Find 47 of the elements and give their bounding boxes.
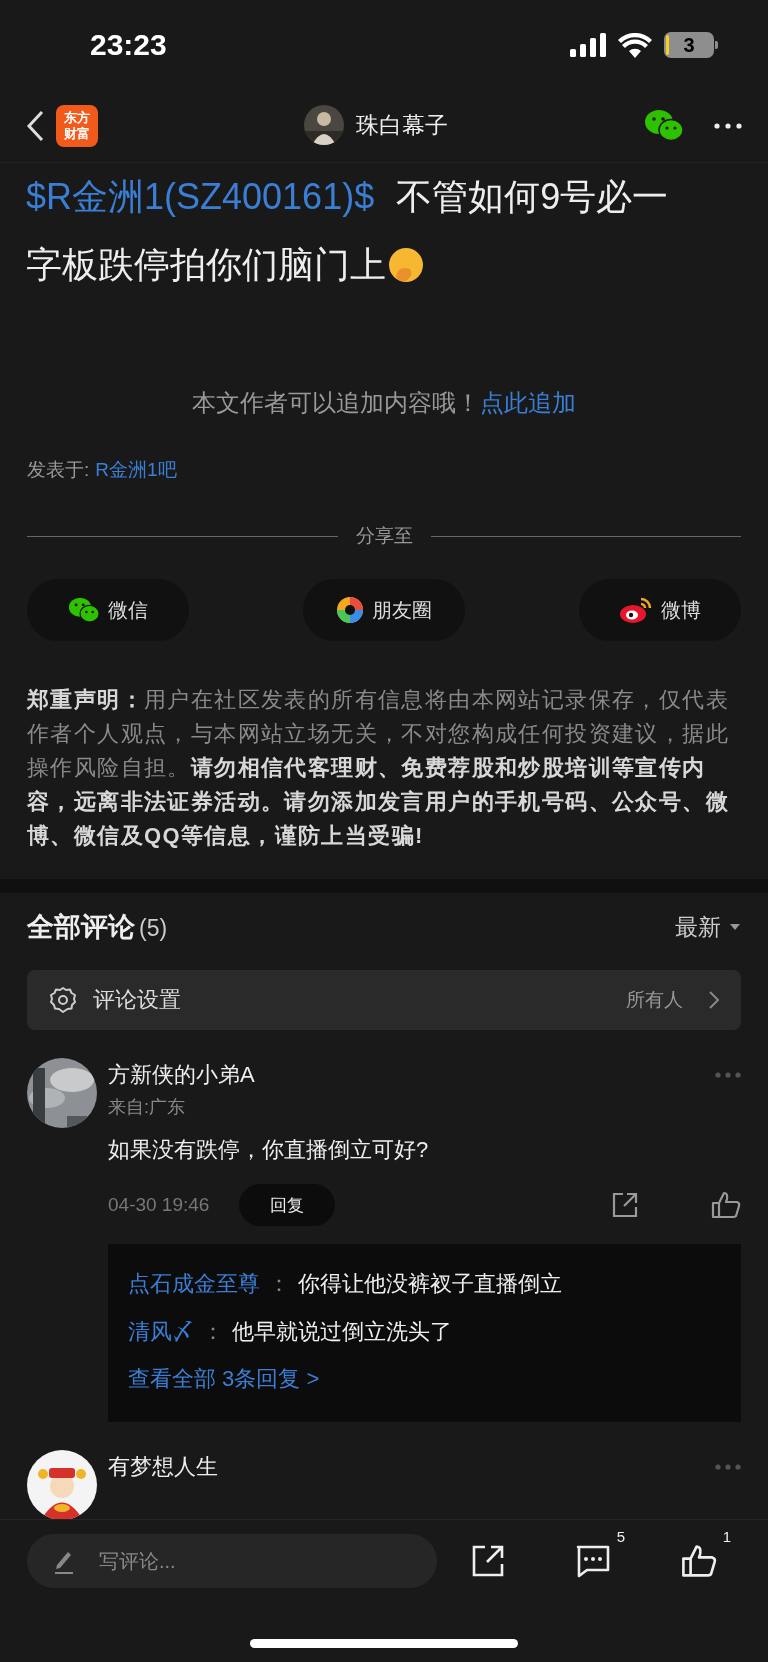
- comments-title: 全部评论: [27, 912, 135, 942]
- forum-link[interactable]: R金洲1吧: [95, 455, 177, 485]
- comment-icon[interactable]: [575, 1544, 611, 1578]
- comment-count: (5): [139, 915, 168, 941]
- reply-text: 清风〆 ： 他早就说过倒立洗头了: [128, 1318, 453, 1346]
- commenter-name[interactable]: 有梦想人生: [108, 1452, 218, 1482]
- commenter-location: 来自:广东: [108, 1096, 186, 1119]
- share-icon[interactable]: [611, 1191, 639, 1219]
- share-button[interactable]: 微博: [579, 579, 741, 641]
- wechat-icon: [68, 596, 100, 624]
- view-all-replies-link[interactable]: 查看全部 3条回复 >: [128, 1356, 721, 1402]
- comment-time: 04-30 19:46: [108, 1194, 210, 1216]
- status-time: 23:23: [90, 28, 167, 62]
- posted-in-label: 发表于:: [27, 458, 90, 482]
- aperture-icon: [336, 596, 364, 624]
- author-name[interactable]: 珠白幕子: [356, 109, 448, 141]
- post-text: 不管如何9号必一: [396, 175, 669, 219]
- stock-tag-link[interactable]: $R金洲1(SZ400161)$: [26, 163, 375, 231]
- like-count-label: 1: [722, 1528, 731, 1545]
- comment-text: 如果没有跌停，你直播倒立可好?: [108, 1136, 430, 1164]
- chevron-right-icon: [709, 991, 719, 1009]
- caret-icon: [729, 923, 741, 931]
- settings-icon: [49, 986, 77, 1014]
- post-text: 字板跌停拍你们脑门上: [26, 243, 386, 287]
- wechat-icon[interactable]: [644, 109, 684, 143]
- comment-field[interactable]: 写评论...: [27, 1534, 437, 1588]
- commenter-name[interactable]: 方新侠的小弟A: [108, 1060, 255, 1090]
- back-icon[interactable]: [26, 110, 44, 142]
- more-icon[interactable]: [714, 123, 742, 129]
- comment-settings-row[interactable]: 评论设置 所有人: [27, 970, 741, 1030]
- sort-dropdown[interactable]: 最新: [675, 911, 741, 943]
- weibo-icon: [619, 596, 653, 624]
- disclaimer-text: 郑重声明：用户在社区发表的所有信息将由本网站记录保存，仅代表作者个人观点，与本网站立场无关，不对您构成任何投资建议，据此操作风险自担。请勿相信代客理财、免费荐股和炒股培训等宣传内容，远离非法证券活动。请勿添加发言用户的手机号码、公众号、微博、微信及QQ等信息，谨防上当受骗!: [26, 686, 730, 850]
- share-button[interactable]: 朋友圈: [303, 579, 465, 641]
- reply-button[interactable]: 回复: [239, 1184, 336, 1226]
- share-title: 分享至: [355, 524, 413, 548]
- signal-icon: [570, 33, 606, 57]
- wifi-icon: [618, 32, 652, 58]
- comment-count-label: 5: [616, 1528, 625, 1545]
- comment-input[interactable]: 写评论...: [97, 1548, 381, 1574]
- append-link[interactable]: 点此追加: [480, 383, 576, 423]
- emoji-icon: [388, 247, 424, 283]
- app-logo: 东方 财富: [56, 105, 98, 147]
- append-hint: 本文作者可以追加内容哦！: [192, 388, 480, 418]
- share-button[interactable]: 微信: [27, 579, 189, 641]
- thumbs-up-icon[interactable]: [711, 1191, 741, 1219]
- reply-text: 点石成金至尊 ： 你得让他没裤衩子直播倒立: [128, 1270, 563, 1298]
